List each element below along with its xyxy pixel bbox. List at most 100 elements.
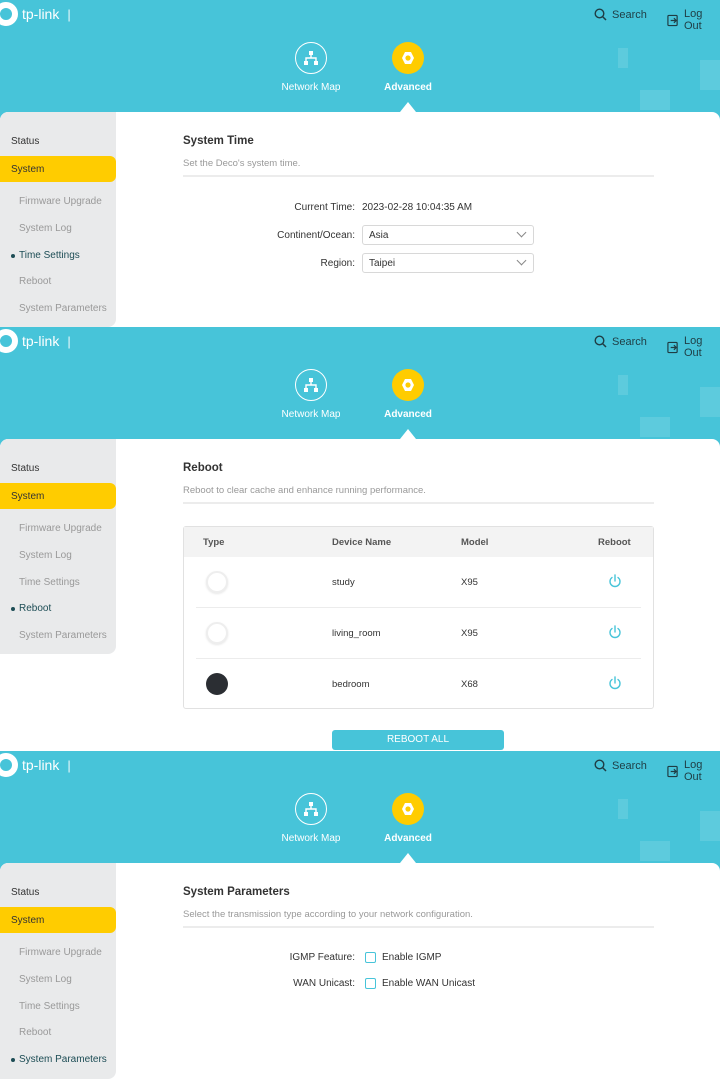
continent-select[interactable]: Asia	[362, 225, 534, 245]
page-subtitle: Select the transmission type according t…	[183, 909, 473, 920]
logout-label: Log Out	[683, 335, 703, 359]
sidebar-item-reboot[interactable]: Reboot	[19, 276, 51, 287]
active-tab-pointer	[400, 429, 416, 439]
nav-advanced[interactable]: Advanced	[368, 42, 448, 93]
divider	[183, 502, 654, 504]
reboot-all-button[interactable]: REBOOT ALL	[332, 730, 504, 750]
search-icon	[594, 335, 607, 348]
nav-network-map[interactable]: Network Map	[271, 369, 351, 420]
logout-button[interactable]: Log Out	[667, 335, 720, 359]
logout-icon	[667, 765, 678, 777]
active-tab-pointer	[400, 853, 416, 863]
sidebar-item-system[interactable]: System	[0, 483, 116, 509]
search-button[interactable]: Search	[594, 335, 647, 348]
sidebar-item-status[interactable]: Status	[11, 887, 39, 898]
nav-advanced[interactable]: Advanced	[368, 793, 448, 844]
tp-link-logo[interactable]: tp-link |	[0, 2, 71, 26]
sidebar-item-system[interactable]: System	[0, 907, 116, 933]
sidebar-item-reboot[interactable]: Reboot	[10, 603, 51, 614]
igmp-label: IGMP Feature:	[289, 952, 355, 963]
continent-label: Continent/Ocean:	[277, 230, 355, 241]
search-label: Search	[612, 759, 647, 772]
wan-unicast-checkbox[interactable]	[365, 978, 376, 989]
nav-label: Advanced	[384, 409, 432, 420]
network-map-icon	[295, 793, 327, 825]
search-button[interactable]: Search	[594, 8, 647, 21]
column-device-name: Device Name	[332, 537, 392, 548]
region-label: Region:	[320, 258, 355, 269]
time-settings-screen: tp-link | Search Log Out Network Map Adva…	[0, 0, 720, 327]
device-model: X95	[461, 628, 478, 639]
logout-icon	[667, 14, 678, 26]
nav-advanced[interactable]: Advanced	[368, 369, 448, 420]
sidebar-item-system-parameters[interactable]: System Parameters	[19, 630, 107, 641]
sidebar-item-system-log[interactable]: System Log	[19, 223, 72, 234]
power-reboot-icon[interactable]	[608, 625, 622, 639]
nav-label: Network Map	[281, 409, 341, 420]
divider	[183, 926, 654, 928]
advanced-gear-icon	[392, 369, 424, 401]
sidebar-item-system-parameters[interactable]: System Parameters	[19, 303, 107, 314]
sidebar-item-reboot[interactable]: Reboot	[19, 1027, 51, 1038]
nav-network-map[interactable]: Network Map	[271, 42, 351, 93]
nav-label: Advanced	[384, 833, 432, 844]
device-model: X68	[461, 679, 478, 690]
sidebar-item-system-log[interactable]: System Log	[19, 550, 72, 561]
advanced-gear-icon	[392, 42, 424, 74]
sidebar-item-firmware-upgrade[interactable]: Firmware Upgrade	[19, 523, 102, 534]
advanced-gear-icon	[392, 793, 424, 825]
region-select[interactable]: Taipei	[362, 253, 534, 273]
nav-network-map[interactable]: Network Map	[271, 793, 351, 844]
search-icon	[594, 8, 607, 21]
tp-link-logo[interactable]: tp-link |	[0, 753, 71, 777]
brand-name: tp-link	[22, 757, 60, 773]
active-tab-pointer	[400, 102, 416, 112]
sidebar: Status System Firmware Upgrade System Lo…	[0, 112, 116, 327]
tp-link-logo[interactable]: tp-link |	[0, 329, 71, 353]
device-table: Type Device Name Model Reboot study X95 …	[183, 526, 654, 709]
column-type: Type	[203, 537, 225, 548]
sidebar-item-time-settings[interactable]: Time Settings	[19, 1001, 80, 1012]
nav-label: Network Map	[281, 82, 341, 93]
search-label: Search	[612, 8, 647, 21]
sidebar-item-status[interactable]: Status	[11, 463, 39, 474]
nav-label: Network Map	[281, 833, 341, 844]
page-subtitle: Reboot to clear cache and enhance runnin…	[183, 485, 426, 496]
logo-mark-icon	[0, 2, 18, 26]
nav-label: Advanced	[384, 82, 432, 93]
device-name: study	[332, 577, 355, 588]
sidebar: Status System Firmware Upgrade System Lo…	[0, 863, 116, 1079]
sidebar-item-status[interactable]: Status	[11, 136, 39, 147]
page-title: System Parameters	[183, 886, 290, 898]
power-reboot-icon[interactable]	[608, 676, 622, 690]
search-label: Search	[612, 335, 647, 348]
deco-device-icon	[206, 571, 228, 593]
page-title: Reboot	[183, 462, 223, 474]
igmp-checkbox[interactable]	[365, 952, 376, 963]
chevron-down-icon	[516, 255, 527, 266]
igmp-option-label[interactable]: Enable IGMP	[382, 952, 441, 963]
logout-label: Log Out	[683, 759, 703, 783]
search-button[interactable]: Search	[594, 759, 647, 772]
logo-mark-icon	[0, 753, 18, 777]
reboot-screen: tp-link | Search Log Out Network Map Adva…	[0, 327, 720, 751]
wan-unicast-option-label[interactable]: Enable WAN Unicast	[382, 978, 475, 989]
table-row: living_room X95	[196, 608, 641, 659]
sidebar-item-system-parameters[interactable]: System Parameters	[11, 1054, 107, 1065]
sidebar-item-time-settings[interactable]: Time Settings	[11, 250, 80, 261]
current-time-value: 2023-02-28 10:04:35 AM	[362, 202, 473, 213]
device-name: living_room	[332, 628, 381, 639]
sidebar-item-firmware-upgrade[interactable]: Firmware Upgrade	[19, 196, 102, 207]
divider	[183, 175, 654, 177]
table-row: bedroom X68	[196, 659, 641, 710]
device-model: X95	[461, 577, 478, 588]
device-name: bedroom	[332, 679, 370, 690]
logout-button[interactable]: Log Out	[667, 759, 720, 783]
logout-button[interactable]: Log Out	[667, 8, 720, 32]
sidebar-item-system-log[interactable]: System Log	[19, 974, 72, 985]
sidebar-item-firmware-upgrade[interactable]: Firmware Upgrade	[19, 947, 102, 958]
chevron-down-icon	[516, 227, 527, 238]
sidebar-item-system[interactable]: System	[0, 156, 116, 182]
power-reboot-icon[interactable]	[608, 574, 622, 588]
sidebar-item-time-settings[interactable]: Time Settings	[19, 577, 80, 588]
